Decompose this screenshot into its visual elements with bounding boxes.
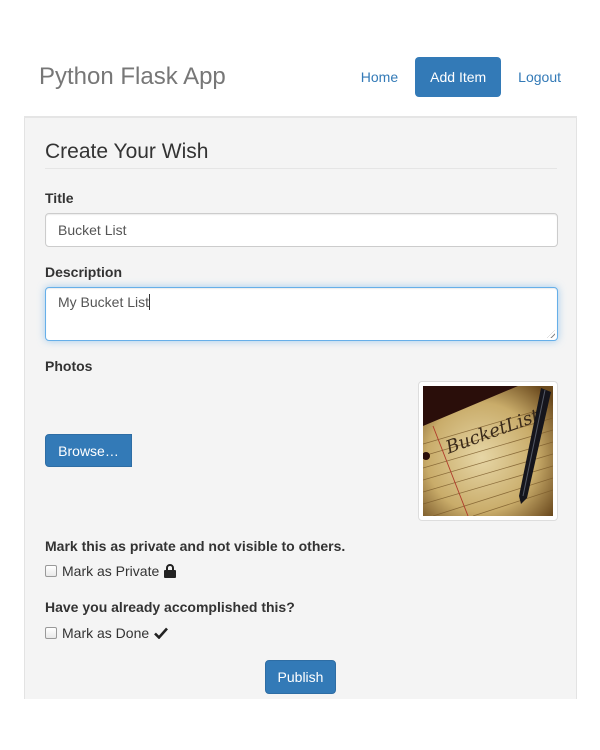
navbar: Python Flask App Home Add Item Logout: [0, 0, 600, 118]
bucket-list-image: BucketList:: [423, 386, 553, 516]
done-checkbox-label: Mark as Done: [62, 625, 150, 641]
title-label: Title: [45, 190, 74, 206]
private-checkbox-row[interactable]: Mark as Private: [45, 563, 177, 579]
resize-handle[interactable]: [547, 330, 555, 338]
check-icon: [154, 627, 169, 639]
done-question: Have you already accomplished this?: [45, 599, 295, 615]
photo-preview: BucketList:: [418, 381, 558, 521]
description-label: Description: [45, 264, 123, 280]
app-brand: Python Flask App: [39, 63, 226, 90]
title-input[interactable]: [45, 213, 558, 247]
lock-icon: [164, 564, 177, 578]
private-checkbox[interactable]: [45, 565, 57, 577]
photos-label: Photos: [45, 358, 93, 374]
form-legend: Create Your Wish: [45, 140, 557, 169]
nav-home-link[interactable]: Home: [346, 57, 413, 97]
private-question: Mark this as private and not visible to …: [45, 538, 346, 554]
description-value: My Bucket List: [58, 294, 150, 310]
private-checkbox-label: Mark as Private: [62, 563, 160, 579]
done-checkbox-row[interactable]: Mark as Done: [45, 625, 169, 641]
nav-menu: Home Add Item Logout: [344, 57, 576, 97]
done-checkbox[interactable]: [45, 627, 57, 639]
wish-form-panel: Create Your Wish Title Description My Bu…: [24, 118, 577, 699]
nav-logout-link[interactable]: Logout: [503, 57, 576, 97]
browse-button[interactable]: Browse…: [45, 434, 132, 467]
text-caret: [149, 294, 151, 310]
description-textarea[interactable]: My Bucket List: [45, 287, 558, 341]
nav-add-item-link[interactable]: Add Item: [415, 57, 502, 97]
publish-button[interactable]: Publish: [265, 660, 336, 694]
